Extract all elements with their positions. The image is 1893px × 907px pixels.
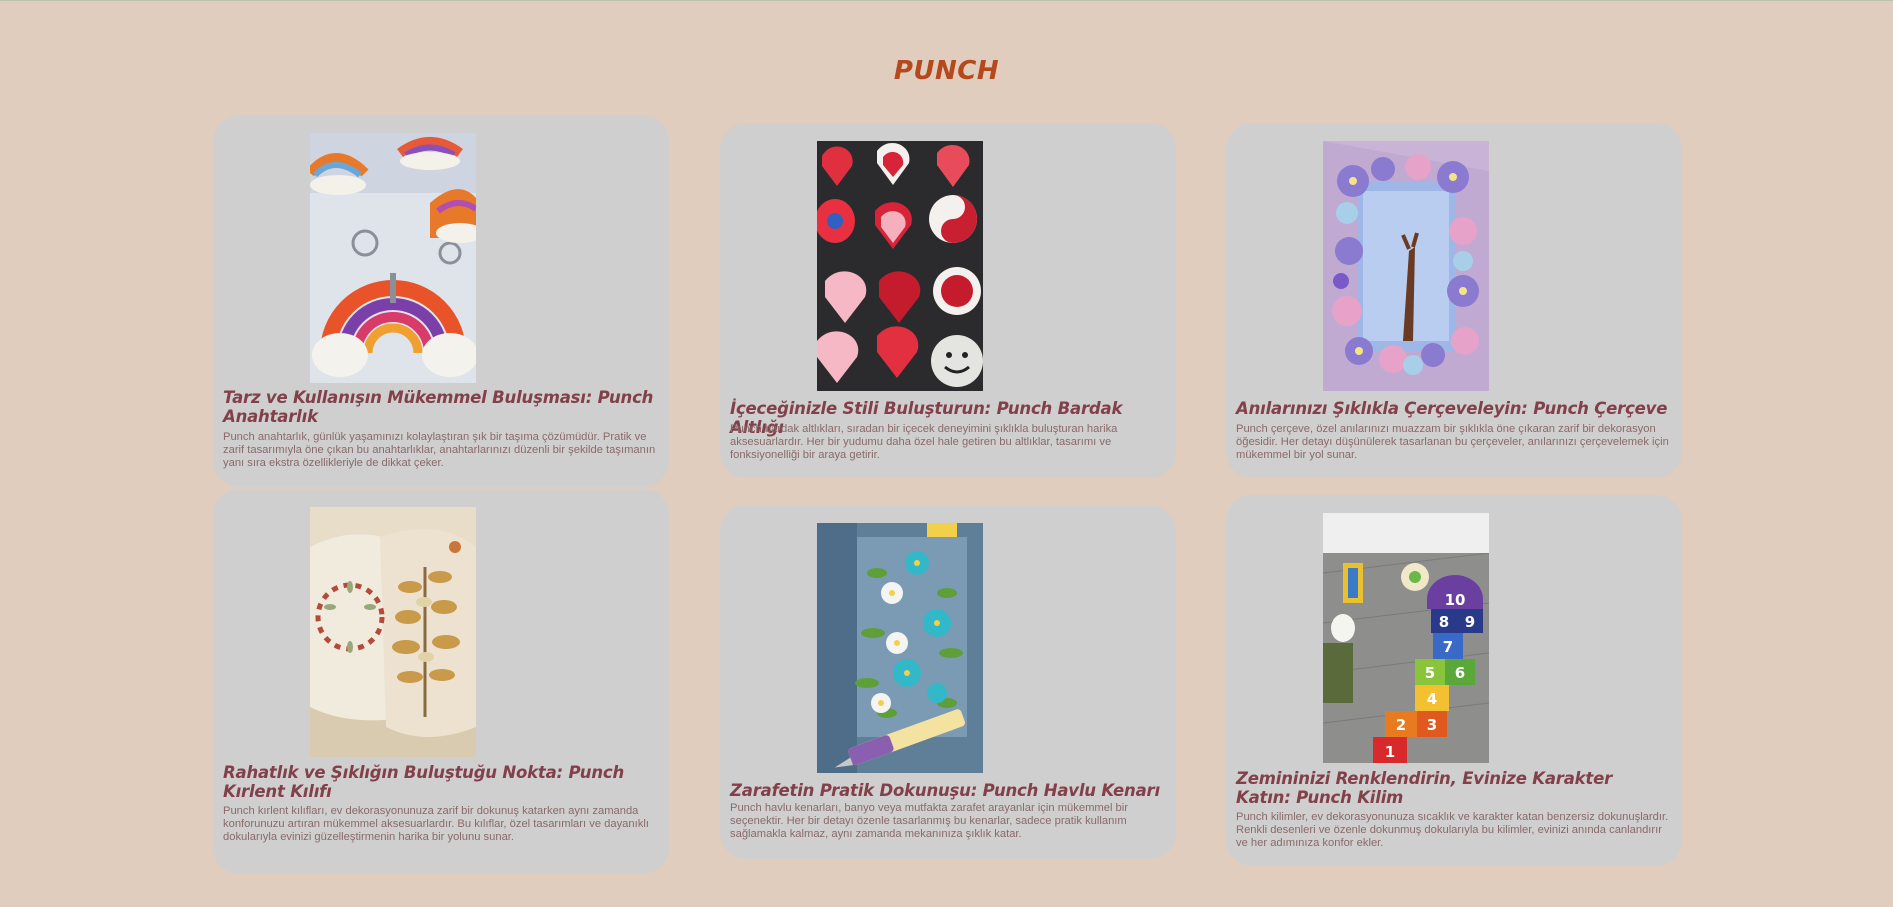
card-description: Punch çerçeve, özel anılarınızı muazzam … (1236, 423, 1669, 461)
product-card-towel[interactable]: Zarafetin Pratik Dokunuşu: Punch Havlu K… (720, 505, 1176, 859)
card-title[interactable]: Tarz ve Kullanışın Mükemmel Buluşması: P… (223, 388, 659, 426)
product-card-frame[interactable]: Anılarınızı Şıklıkla Çerçeveleyin: Punch… (1226, 123, 1682, 478)
card-title[interactable]: Zarafetin Pratik Dokunuşu: Punch Havlu K… (730, 781, 1166, 800)
page-title: PUNCH (893, 56, 1000, 86)
rug-number: 1 (1385, 743, 1395, 761)
rug-number: 8 (1439, 613, 1449, 631)
hopscotch-rug-photo: 10 8 9 7 5 6 4 2 3 1 (1323, 513, 1489, 763)
rug-number: 7 (1443, 638, 1453, 656)
card-description: Punch kırlent kılıfları, ev dekorasyonun… (223, 805, 649, 843)
rug-number: 10 (1445, 591, 1466, 609)
rug-number: 4 (1427, 690, 1437, 708)
rug-number: 5 (1425, 664, 1435, 682)
product-card-rug[interactable]: 10 8 9 7 5 6 4 2 3 1 Zemininizi Renklend… (1226, 495, 1682, 866)
rug-number: 6 (1455, 664, 1465, 682)
product-card-keychain[interactable]: Tarz ve Kullanışın Mükemmel Buluşması: P… (213, 115, 669, 487)
rug-number: 9 (1465, 613, 1475, 631)
heart-coasters-photo (817, 141, 983, 391)
card-title[interactable]: Rahatlık ve Şıklığın Buluştuğu Nokta: Pu… (223, 763, 659, 801)
card-description: Punch havlu kenarları, banyo veya mutfak… (730, 802, 1128, 840)
embroidered-pillow-photo (310, 507, 476, 757)
card-title[interactable]: Zemininizi Renklendirin, Evinize Karakte… (1236, 769, 1672, 807)
rug-number: 3 (1427, 716, 1437, 734)
rainbow-keychain-photo (310, 133, 476, 383)
flower-towel-border-photo (817, 523, 983, 773)
card-description: Punch kilimler, ev dekorasyonunuza sıcak… (1236, 811, 1669, 849)
card-description: Punch bardak altlıkları, sıradan bir içe… (730, 423, 1118, 461)
rug-number: 2 (1396, 716, 1406, 734)
product-card-pillow[interactable]: Rahatlık ve Şıklığın Buluştuğu Nokta: Pu… (213, 489, 669, 874)
card-description: Punch anahtarlık, günlük yaşamınızı kola… (223, 431, 656, 469)
card-title[interactable]: Anılarınızı Şıklıkla Çerçeveleyin: Punch… (1236, 399, 1672, 418)
product-card-coaster[interactable]: İçeceğinizle Stili Buluşturun: Punch Bar… (720, 123, 1176, 478)
flower-mirror-frame-photo (1323, 141, 1489, 391)
